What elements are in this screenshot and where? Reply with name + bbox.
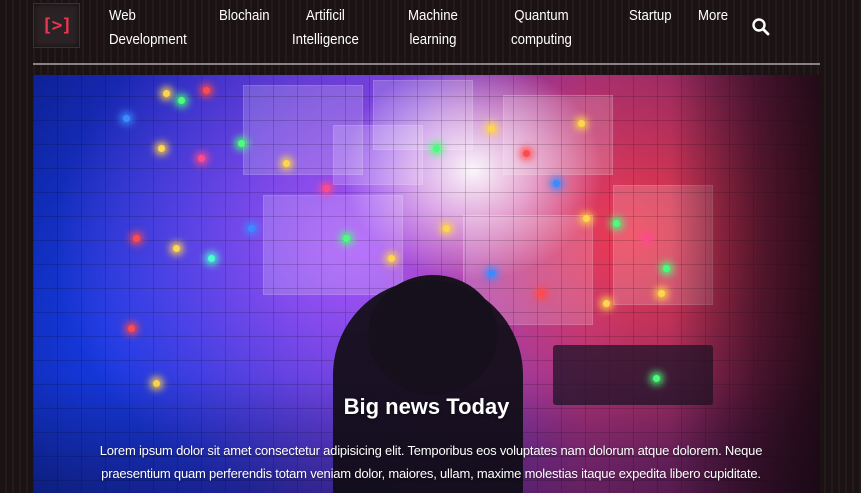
nav-item-label: Blochain — [219, 7, 270, 24]
nav-item-quantum-computing[interactable]: Quantum computing — [511, 4, 572, 52]
nav-item-machine-learning[interactable]: Machine learning — [408, 4, 458, 52]
nav-item-label: Artificil — [305, 7, 345, 24]
search-button[interactable] — [750, 16, 772, 38]
nav-item-web-development[interactable]: Web Development — [109, 4, 187, 52]
nav-item-label: Web — [109, 7, 136, 24]
nav-item-label: More — [698, 7, 729, 24]
nav-item-startup[interactable]: Startup — [629, 4, 672, 28]
nav-item-label: computing — [511, 31, 572, 48]
nav-item-blockchain[interactable]: Blochain — [219, 4, 270, 28]
nav-item-label: Startup — [629, 7, 672, 24]
nav-item-more[interactable]: More — [698, 4, 728, 28]
site-logo[interactable]: [>] — [33, 3, 80, 48]
search-icon — [752, 18, 770, 36]
hero-text: Lorem ipsum dolor sit amet consectetur a… — [99, 443, 763, 481]
hero-banner: Big news Today Lorem ipsum dolor sit ame… — [33, 75, 820, 493]
nav-item-label: learning — [409, 31, 457, 48]
nav-item-label: Quantum — [514, 7, 569, 24]
nav-item-label: Intelligence — [292, 31, 359, 48]
nav-item-label: Development — [109, 31, 187, 48]
nav-item-label: Machine — [408, 7, 458, 24]
logo-text: [>] — [41, 15, 72, 36]
nav-item-artificial-intelligence[interactable]: Artificil Intelligence — [292, 4, 359, 52]
hero-title: Big news Today — [343, 394, 510, 419]
nav-divider — [33, 63, 820, 65]
